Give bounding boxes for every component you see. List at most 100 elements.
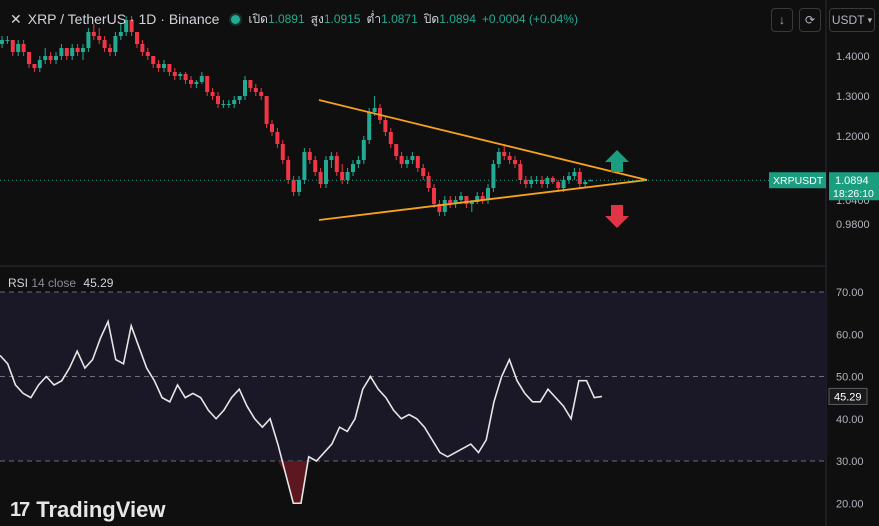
candle	[421, 164, 426, 180]
candle	[313, 156, 318, 176]
candle-body	[232, 100, 237, 104]
candle	[264, 96, 269, 128]
candle	[280, 140, 285, 164]
candle-body	[561, 180, 566, 188]
candle-body	[302, 152, 307, 180]
candle-body	[118, 32, 123, 36]
candle	[21, 40, 26, 56]
candle	[102, 36, 107, 52]
candle	[232, 96, 237, 108]
tradingview-logo[interactable]: 17 TradingView	[10, 497, 165, 523]
candle-body	[156, 64, 161, 68]
candle-body	[334, 156, 339, 172]
candle-body	[405, 160, 409, 164]
candle-body	[59, 48, 64, 56]
high-label: สูง	[310, 11, 324, 26]
candle	[140, 40, 145, 56]
candle	[507, 152, 512, 164]
candle-body	[86, 32, 91, 48]
close-label: ปิด	[423, 11, 440, 26]
rsi-tick-label: 60.00	[836, 329, 864, 341]
candle	[37, 56, 42, 72]
candle-body	[270, 124, 274, 132]
candle	[410, 152, 415, 164]
close-icon[interactable]: ✕	[10, 11, 22, 28]
candle	[270, 120, 274, 136]
candle	[183, 72, 188, 84]
candle-body	[415, 156, 420, 168]
candle	[10, 40, 15, 56]
candle-body	[297, 180, 301, 192]
candle-body	[313, 160, 318, 172]
rsi-name: RSI	[8, 276, 29, 290]
candle-body	[199, 76, 204, 82]
arrow-down-icon: ↓	[779, 13, 785, 27]
rsi-legend[interactable]: RSI 14 close 45.29	[8, 276, 113, 290]
candle	[59, 44, 64, 60]
candle	[513, 156, 517, 168]
candle	[486, 184, 490, 204]
candle	[64, 48, 69, 60]
candle	[297, 176, 301, 196]
candle	[302, 148, 307, 184]
candle-body	[351, 164, 355, 172]
candle	[70, 44, 75, 60]
candle-series	[0, 16, 593, 216]
candle	[210, 88, 215, 100]
candle	[162, 60, 166, 72]
candle-body	[421, 168, 426, 176]
candle-body	[367, 112, 372, 140]
candle-body	[356, 160, 361, 164]
candle-body	[226, 104, 231, 105]
candle-body	[221, 104, 226, 105]
refresh-button[interactable]: ⟳	[799, 8, 821, 32]
refresh-icon: ⟳	[804, 13, 816, 27]
candle-body	[140, 44, 145, 52]
candle-body	[54, 56, 58, 60]
candle	[442, 196, 447, 216]
candle-body	[32, 64, 37, 68]
candle	[156, 60, 161, 72]
candle	[243, 76, 247, 100]
candle	[437, 200, 442, 216]
candle-body	[329, 156, 334, 160]
candle	[345, 168, 350, 184]
currency-label: USDT	[831, 13, 865, 27]
candle-body	[37, 60, 42, 68]
up-arrow-icon	[605, 150, 629, 172]
download-button[interactable]: ↓	[771, 8, 793, 32]
candle	[259, 88, 264, 100]
symbol-header: ✕ XRP / TetherUS · 1D · Binance เปิด 1.0…	[0, 6, 584, 32]
candle-body	[43, 56, 48, 60]
currency-select[interactable]: USDT ▾	[829, 8, 875, 32]
candle-body	[10, 40, 15, 52]
candle	[16, 40, 21, 56]
candle	[151, 56, 156, 68]
candle-body	[259, 92, 264, 96]
candle-body	[27, 52, 31, 64]
candle-body	[513, 160, 517, 164]
candle-body	[486, 188, 490, 200]
candle	[426, 172, 431, 192]
candle	[356, 156, 361, 168]
candle	[0, 36, 4, 48]
candle-body	[216, 96, 220, 104]
candle-body	[459, 196, 463, 200]
rsi-tick-label: 30.00	[836, 456, 864, 468]
market-status-icon	[231, 14, 241, 24]
candle	[205, 76, 210, 96]
candle-body	[210, 92, 215, 96]
candle	[324, 156, 328, 188]
candle-body	[167, 64, 172, 72]
candle	[27, 52, 31, 68]
candle-body	[70, 48, 75, 56]
candle	[415, 156, 420, 172]
chart-canvas[interactable]: 1.40001.30001.20001.10001.04000.9800XRPU…	[0, 0, 879, 526]
candle	[75, 44, 80, 56]
candle	[577, 168, 582, 188]
candle-body	[243, 80, 247, 96]
candle-body	[5, 40, 10, 41]
symbol-title[interactable]: XRP / TetherUS · 1D · Binance	[28, 11, 220, 27]
candle-body	[340, 172, 345, 180]
candle	[108, 44, 112, 56]
